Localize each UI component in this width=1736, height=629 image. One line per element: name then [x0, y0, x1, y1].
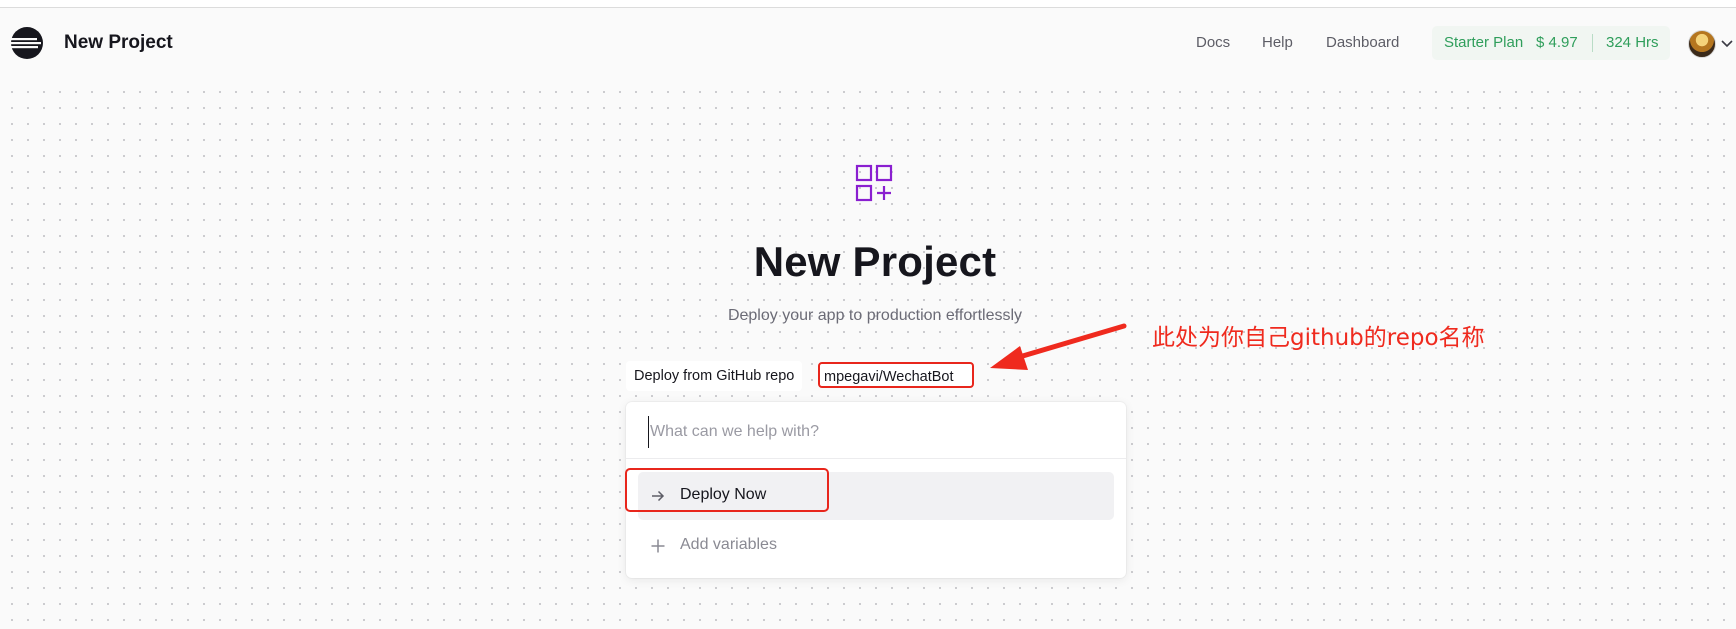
app-title: New Project — [64, 32, 173, 53]
grid-plus-icon — [855, 164, 893, 202]
annotation-highlight-box — [625, 468, 829, 512]
nav-docs-link[interactable]: Docs — [1196, 34, 1230, 51]
plan-credit: $ 4.97 — [1536, 34, 1578, 51]
user-avatar[interactable] — [1688, 30, 1716, 58]
nav-dashboard-link[interactable]: Dashboard — [1326, 34, 1399, 51]
command-search-input[interactable] — [648, 416, 1112, 448]
add-variables-label: Add variables — [680, 536, 777, 553]
top-window-edge — [0, 0, 1736, 8]
plan-name: Starter Plan — [1444, 34, 1524, 51]
plus-icon — [651, 539, 665, 553]
breadcrumb-repo-name[interactable]: mpegavi/WechatBot — [818, 362, 974, 388]
annotation-arrow-icon — [990, 323, 1127, 370]
top-bar: New Project Docs Help Dashboard Starter … — [0, 8, 1736, 78]
plan-usage-badge[interactable]: Starter Plan $ 4.97 324 Hrs — [1432, 26, 1670, 60]
breadcrumb-deploy-source[interactable]: Deploy from GitHub repo — [626, 361, 803, 391]
command-divider — [626, 458, 1126, 459]
chevron-down-icon[interactable] — [1720, 36, 1734, 50]
annotation-note: 此处为你自己github的repo名称 — [1152, 325, 1485, 351]
railway-logo-icon[interactable] — [10, 26, 44, 60]
plan-divider — [1592, 34, 1593, 52]
nav-help-link[interactable]: Help — [1262, 34, 1293, 51]
plan-hours: 324 Hrs — [1606, 34, 1659, 51]
add-variables-option[interactable]: Add variables — [638, 526, 1114, 566]
page-title: New Project — [753, 238, 997, 285]
